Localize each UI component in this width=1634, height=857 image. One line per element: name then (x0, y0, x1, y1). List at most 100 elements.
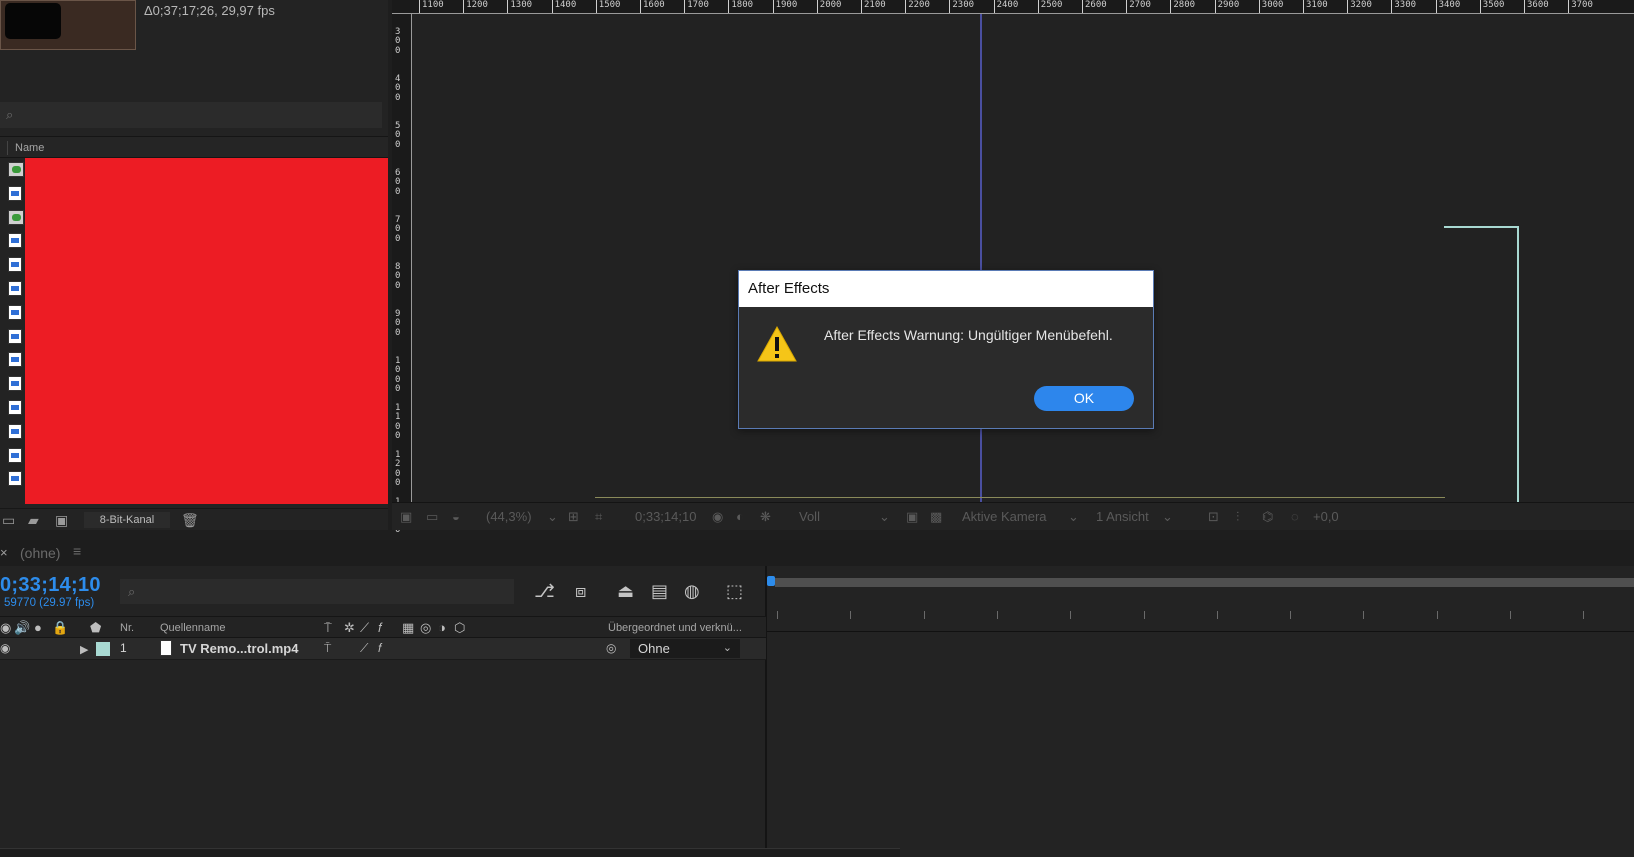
resolution-select[interactable]: Voll (799, 509, 820, 524)
time-tick (923, 611, 925, 619)
layer-source-name[interactable]: TV Remo...trol.mp4 (180, 641, 298, 656)
footage-item-icon[interactable] (8, 352, 22, 368)
chevron-down-icon[interactable]: ⌄ (547, 509, 558, 525)
exposure-value[interactable]: +0,0 (1313, 509, 1339, 524)
ruler-tick-label: 1900 (775, 0, 798, 10)
footage-item-icon[interactable] (8, 233, 22, 249)
ruler-tick-label: 400 (395, 74, 401, 103)
footage-item-icon[interactable] (8, 376, 22, 392)
shy-switch-icon[interactable]: ⍑ (324, 641, 331, 656)
expand-triangle-icon[interactable]: ▶ (80, 643, 88, 656)
flowchart-icon[interactable]: ⌬ (1262, 509, 1273, 525)
frame-blending-icon[interactable]: ▤ (651, 581, 668, 602)
chevron-down-icon[interactable]: ⌄ (879, 509, 890, 525)
footage-item-icon[interactable] (8, 185, 22, 201)
tab-composition[interactable]: (ohne) (20, 545, 60, 561)
motion-blur-icon[interactable]: ◍ (684, 581, 700, 602)
project-item-icons (8, 162, 26, 495)
composition-item-icon[interactable] (8, 209, 24, 225)
footage-item-icon[interactable] (8, 447, 22, 463)
panel-menu-icon[interactable]: ≡ (73, 543, 81, 559)
label-tag-icon[interactable]: ⬟ (90, 620, 101, 636)
ok-button[interactable]: OK (1034, 386, 1134, 411)
graph-editor-icon[interactable]: ⬚ (726, 581, 743, 602)
footage-item-icon[interactable] (8, 471, 22, 487)
footage-item-icon[interactable] (8, 423, 22, 439)
new-comp-icon[interactable]: ▣ (55, 512, 68, 529)
horizontal-ruler[interactable]: 1100 1200 1300 1400 1500 1600 1700 1800 1900 2000… (392, 0, 1634, 14)
quality-switch-icon[interactable]: ⟋ (360, 641, 368, 656)
footage-item-icon[interactable] (8, 399, 22, 415)
view-layout-select[interactable]: 1 Ansicht (1096, 509, 1149, 524)
ruler-tick-label: 1200 (395, 450, 401, 489)
monitor-icon[interactable]: ▭ (426, 509, 438, 525)
timeline-layer-panel (0, 566, 766, 857)
effects-switch-icon[interactable]: 𝑓 (378, 641, 382, 656)
footage-item-icon[interactable] (8, 328, 22, 344)
motion-blur-icon: ◎ (420, 620, 432, 635)
ruler-tick-label: 1400 (554, 0, 577, 10)
mask-visibility-icon[interactable]: ◒ (452, 509, 460, 524)
toggle-pixel-aspect-icon[interactable]: ⊡ (1208, 509, 1219, 525)
shy-icon: ⍑ (324, 620, 332, 635)
footage-item-icon[interactable] (8, 280, 22, 296)
audio-icon[interactable]: 🔊 (14, 620, 30, 636)
playhead[interactable] (767, 576, 775, 586)
current-timecode[interactable]: 0;33;14;10 (0, 574, 101, 597)
composition-item-icon[interactable] (8, 162, 24, 177)
time-tick (1143, 611, 1145, 619)
source-name-column[interactable]: Quellenname (160, 622, 225, 634)
zoom-select[interactable]: (44,3%) (486, 509, 532, 524)
new-folder-icon[interactable]: ▰ (28, 512, 39, 529)
color-channels-icon[interactable]: ❋ (760, 509, 771, 525)
project-search-input[interactable]: ⌕ (0, 102, 382, 128)
fit-icon[interactable]: ⊞ (568, 509, 579, 525)
bit-depth-button[interactable]: 8-Bit-Kanal (84, 512, 170, 528)
camera-select[interactable]: Aktive Kamera (962, 509, 1047, 524)
close-icon[interactable]: × (0, 545, 8, 560)
chevron-down-icon[interactable]: ⌄ (1162, 509, 1173, 525)
draft-3d-icon[interactable]: ⧈ (575, 581, 586, 602)
solo-icon[interactable]: ● (34, 620, 42, 635)
dialog-titlebar[interactable]: After Effects (739, 271, 1153, 307)
search-icon: ⌕ (128, 584, 136, 599)
hide-shy-layers-icon[interactable]: ⏏ (617, 581, 634, 602)
transparency-grid-icon[interactable]: ▩ (930, 509, 942, 525)
label-color-swatch[interactable] (96, 642, 110, 656)
eye-icon[interactable]: ◉ (0, 641, 10, 655)
timeline-footer (0, 848, 900, 857)
show-snapshot-icon[interactable]: ◐ (736, 509, 744, 524)
composition-mini-flowchart-icon[interactable]: ⎇ (534, 581, 555, 602)
work-area-bar[interactable] (775, 578, 1634, 587)
parent-select[interactable]: Ohne ⌄ (630, 639, 740, 658)
eye-icon[interactable]: ◉ (0, 620, 11, 636)
exposure-icon[interactable]: ◌ (1291, 509, 1299, 524)
time-ruler[interactable] (767, 606, 1634, 632)
vertical-ruler[interactable]: 3004005006007008009001000110012001300 (392, 14, 412, 535)
ruler-tick-label: 800 (395, 262, 401, 291)
time-tick (1583, 611, 1585, 619)
chevron-down-icon[interactable]: ⌄ (1068, 509, 1079, 525)
ruler-tick-label: 300 (395, 27, 401, 56)
pickwhip-icon[interactable]: ◎ (606, 641, 616, 655)
redacted-project-items (25, 158, 388, 504)
parent-column[interactable]: Übergeordnet und verknü... (608, 622, 742, 634)
snapshot-icon[interactable]: ◉ (712, 509, 723, 525)
project-column-header[interactable]: Name (0, 136, 388, 158)
footage-item-icon[interactable] (8, 304, 22, 320)
footage-item-icon[interactable] (8, 257, 22, 273)
ruler-tick-label: 2500 (1040, 0, 1063, 10)
region-of-interest-icon[interactable]: ▣ (906, 509, 918, 525)
nr-column[interactable]: Nr. (120, 622, 134, 634)
timeline-search-input[interactable]: ⌕ (120, 579, 514, 604)
lock-icon[interactable]: 🔒 (52, 620, 68, 636)
timeline-layer-row[interactable]: ◉ ▶ 1 TV Remo...trol.mp4 ⍑ ⟋ 𝑓 ◎ Ohne ⌄ (0, 638, 766, 660)
ruler-tick-label: 2200 (908, 0, 930, 10)
always-preview-icon[interactable]: ▣ (400, 509, 412, 525)
trash-icon[interactable]: 🗑 (181, 512, 199, 529)
interpret-footage-icon[interactable]: ▭ (2, 512, 15, 529)
fast-previews-icon[interactable]: ⫶ (1236, 509, 1239, 525)
viewer-toolbar: ▣ ▭ ◒ (44,3%) ⌄ ⊞ ⌗ 0;33;14;10 ◉ ◐ ❋ Vol… (392, 502, 1634, 530)
grid-icon[interactable]: ⌗ (595, 509, 602, 525)
viewer-timecode[interactable]: 0;33;14;10 (635, 509, 696, 524)
